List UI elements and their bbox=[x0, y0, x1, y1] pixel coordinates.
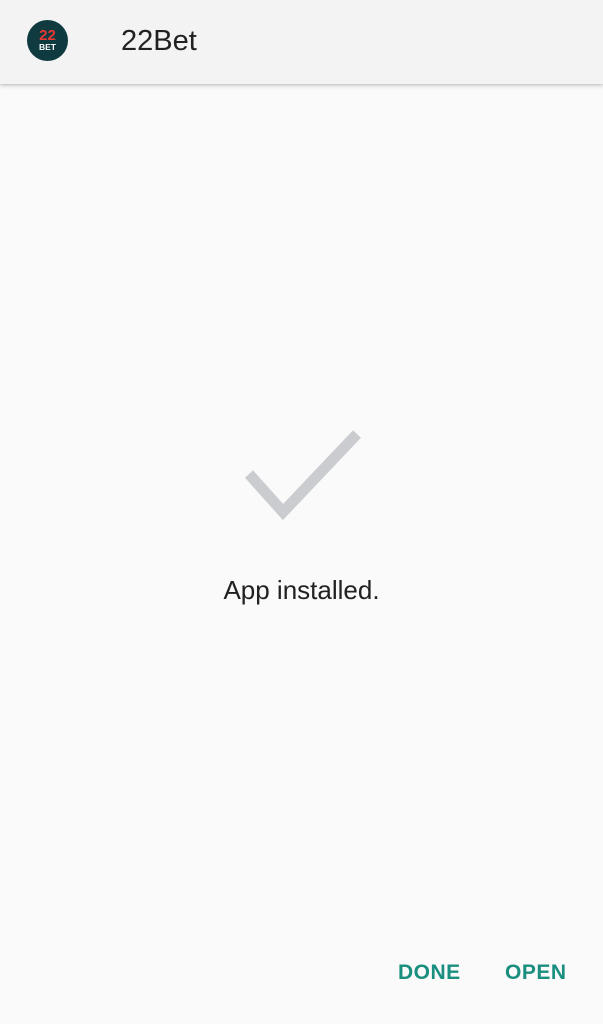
22bet-logo-graphic: 22 BET bbox=[39, 27, 57, 52]
logo-word-text: BET bbox=[39, 42, 57, 52]
22bet-logo-icon: 22 BET bbox=[27, 20, 68, 61]
app-title: 22Bet bbox=[121, 25, 197, 57]
done-button[interactable]: DONE bbox=[392, 955, 467, 991]
checkmark-icon bbox=[244, 428, 363, 521]
open-button[interactable]: OPEN bbox=[499, 955, 573, 991]
install-screen: 22 BET 22Bet App installed. DONE OPEN bbox=[0, 0, 603, 1024]
install-status-text: App installed. bbox=[223, 575, 380, 605]
app-bar: 22 BET 22Bet bbox=[0, 0, 603, 84]
